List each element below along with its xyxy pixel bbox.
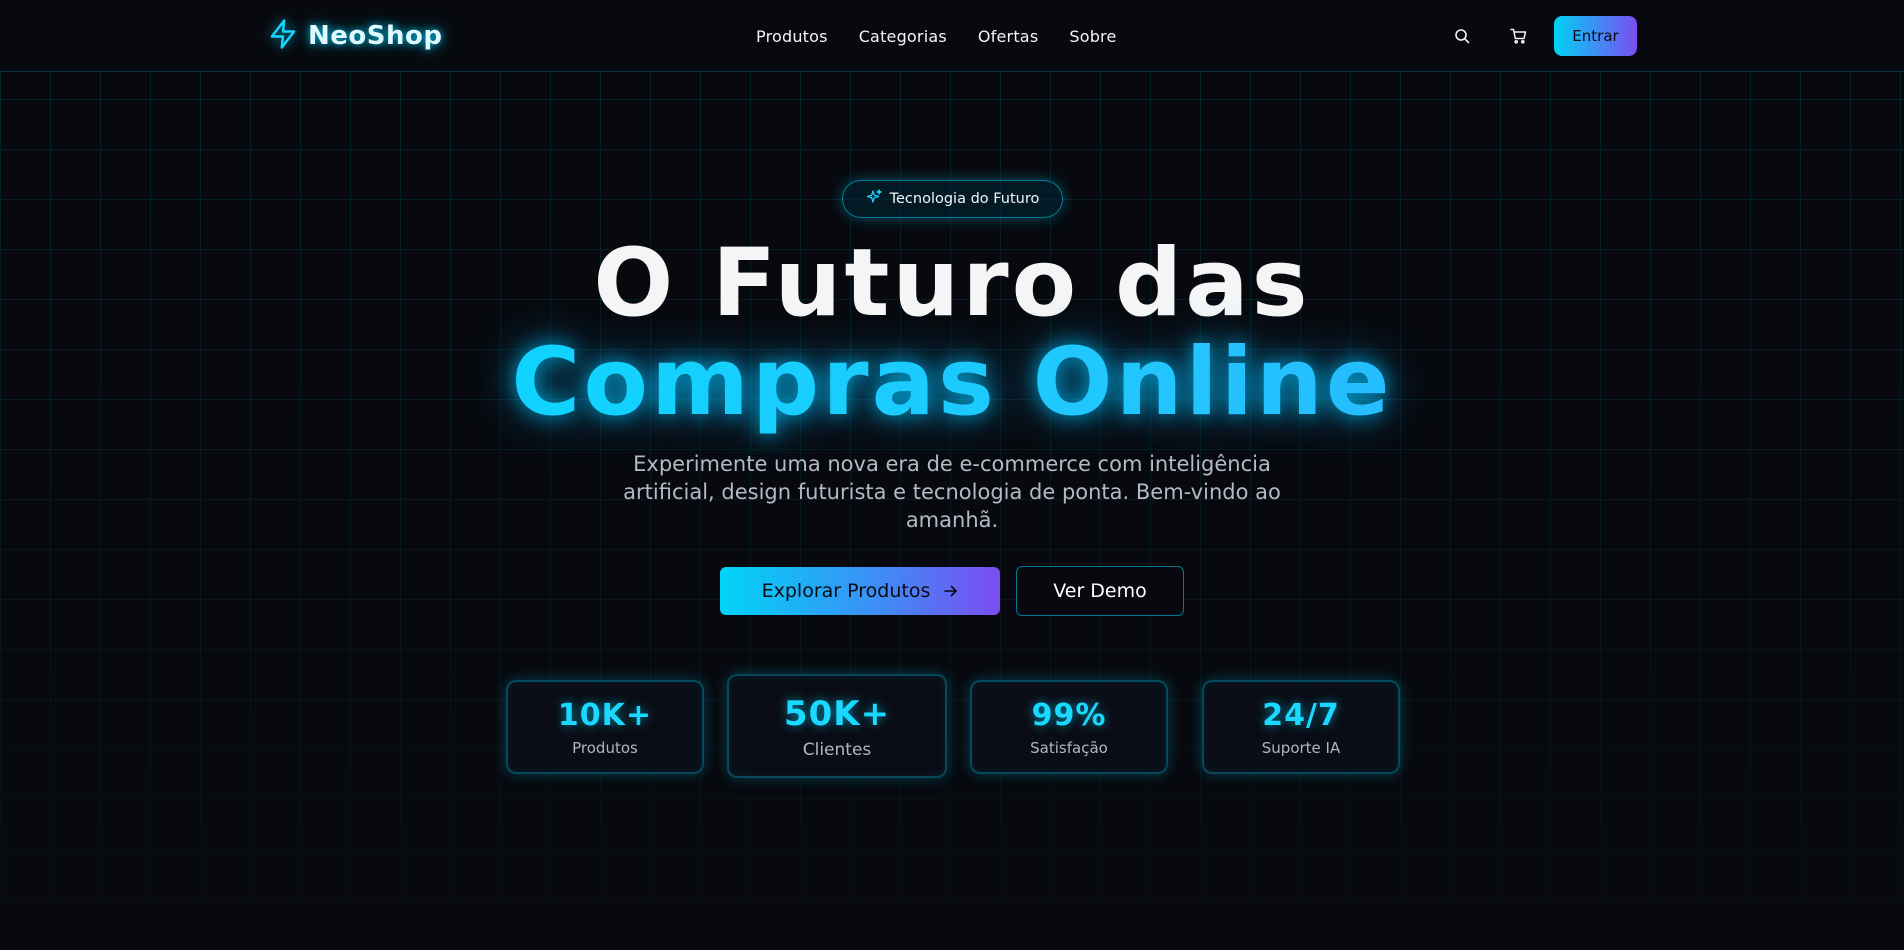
stat-card-support: 24/7 Suporte IA [1202,680,1400,774]
arrow-right-icon [944,580,958,602]
nav-link-produtos[interactable]: Produtos [756,27,828,46]
hero-badge-label: Tecnologia do Futuro [889,191,1040,207]
stat-label: Clientes [802,740,872,760]
stat-value: 10K+ [557,698,653,733]
stat-card-satisfaction: 99% Satisfação [970,680,1168,774]
nav-link-ofertas[interactable]: Ofertas [978,27,1038,46]
nav-link-sobre[interactable]: Sobre [1069,27,1116,46]
view-demo-button[interactable]: Ver Demo [1016,566,1184,616]
explore-products-label: Explorar Produtos [761,580,931,602]
stat-label: Satisfação [1030,739,1108,757]
stat-label: Produtos [572,739,638,757]
stat-label: Suporte IA [1261,739,1341,757]
brand-logo[interactable]: NeoShop [268,18,442,54]
stat-card-products: 10K+ Produtos [506,680,704,774]
login-button[interactable]: Entrar [1554,16,1637,56]
cart-icon[interactable] [1508,26,1528,46]
stat-value: 50K+ [783,694,891,734]
brand-name: NeoShop [308,21,443,51]
explore-products-button[interactable]: Explorar Produtos [720,567,1000,615]
hero-subtitle: Experimente uma nova era de e-commerce c… [623,452,1281,532]
stat-value: 24/7 [1262,698,1340,733]
main-nav: Produtos Categorias Ofertas Sobre [756,24,1117,48]
hero-badge: Tecnologia do Futuro [842,180,1063,218]
sparkle-icon [866,189,882,209]
stat-value: 99% [1031,698,1107,733]
lightning-bolt-icon [268,18,298,54]
nav-link-categorias[interactable]: Categorias [859,27,947,46]
stat-card-clients: 50K+ Clientes [727,674,947,778]
hero-title-line-2: Compras Online [0,325,1904,441]
site-header: NeoShop Produtos Categorias Ofertas Sobr… [0,0,1904,72]
search-icon[interactable] [1452,26,1472,46]
landing-page: NeoShop Produtos Categorias Ofertas Sobr… [0,0,1904,950]
